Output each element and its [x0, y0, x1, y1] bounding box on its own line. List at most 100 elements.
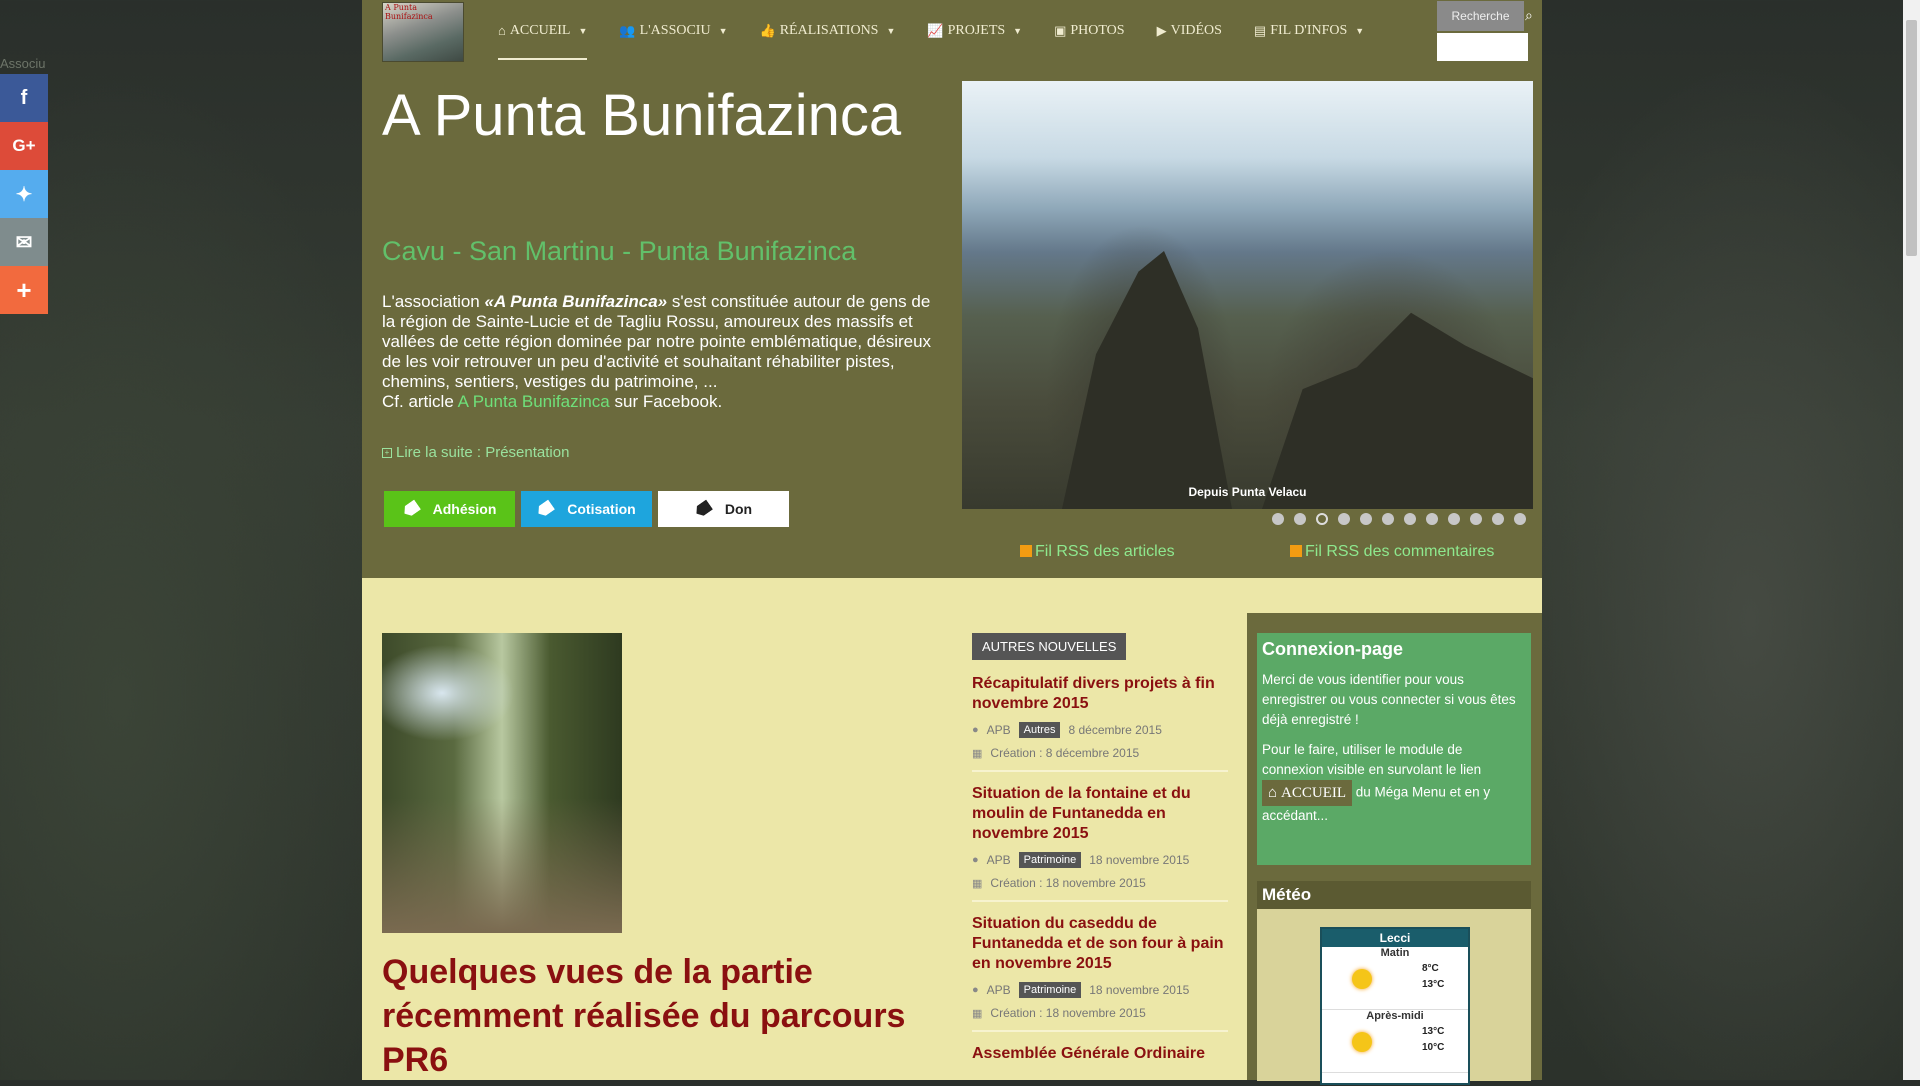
header-section: A Punta Bunifazinca ⌂ ACCUEIL ▼ 👥 L'ASSOCIU…: [362, 0, 1542, 578]
rss-articles-link[interactable]: Fil RSS des articles: [1020, 543, 1175, 561]
weather-afternoon-t2: 10°C: [1422, 1042, 1445, 1053]
weather-morning: Matin 8°C 13°C: [1322, 947, 1468, 1010]
site-logo[interactable]: A Punta Bunifazinca: [382, 2, 464, 62]
home-icon: ⌂: [498, 23, 506, 38]
caret-down-icon: ▼: [578, 26, 588, 36]
intro-emphasis: «A Punta Bunifazinca»: [484, 292, 668, 311]
cotisation-button[interactable]: Cotisation: [521, 491, 652, 527]
news-title-link[interactable]: Assemblée Générale Ordinaire: [972, 1044, 1228, 1064]
slideshow-dot[interactable]: [1426, 513, 1438, 525]
slideshow-dot[interactable]: [1492, 513, 1504, 525]
nav-label: ACCUEIL: [509, 23, 571, 38]
weather-afternoon-t1: 13°C: [1422, 1026, 1445, 1037]
scrollbar-thumb[interactable]: [1906, 20, 1917, 256]
calendar-icon: ▦: [972, 747, 983, 760]
email-share-button[interactable]: ✉: [0, 218, 48, 266]
page-tab-label: Associu: [0, 56, 46, 71]
hero-slideshow[interactable]: Depuis Punta Velacu: [962, 81, 1533, 509]
user-icon: ●: [972, 724, 979, 736]
other-news: AUTRES NOUVELLES Récapitulatif divers pr…: [972, 633, 1228, 1086]
search-button[interactable]: Recherche: [1437, 1, 1524, 31]
news-item: Récapitulatif divers projets à fin novem…: [972, 674, 1228, 772]
news-title-link[interactable]: Situation de la fontaine et du moulin de…: [972, 784, 1228, 844]
mountain-shape: [1062, 251, 1232, 509]
read-more-label: Lire la suite : Présentation: [396, 444, 570, 461]
facebook-icon: f: [20, 86, 28, 109]
slideshow-dot[interactable]: [1360, 513, 1372, 525]
google-plus-icon: G+: [12, 136, 36, 155]
news-title-link[interactable]: Situation du caseddu de Funtanedda et de…: [972, 914, 1228, 974]
newspaper-icon: ▤: [1253, 23, 1267, 38]
rss-icon: [1290, 545, 1302, 557]
main-content: Quelques vues de la partie récemment réa…: [362, 578, 1542, 1085]
weather-morning-label: Matin: [1380, 947, 1410, 959]
search-input[interactable]: [1437, 33, 1528, 61]
cotisation-label: Cotisation: [567, 501, 636, 517]
email-icon: ✉: [15, 231, 33, 254]
category-badge[interactable]: Autres: [1018, 722, 1061, 738]
news-title-link[interactable]: Récapitulatif divers projets à fin novem…: [972, 674, 1228, 714]
nav-videos[interactable]: ▶ VIDÉOS: [1141, 0, 1238, 62]
news-created: Création : 18 novembre 2015: [990, 876, 1146, 890]
scrollbar[interactable]: [1903, 0, 1920, 1080]
chart-icon: 📈: [927, 23, 944, 38]
tag-icon: [401, 499, 421, 518]
slideshow-dot[interactable]: [1272, 513, 1284, 525]
slideshow-dot[interactable]: [1338, 513, 1350, 525]
don-label: Don: [724, 501, 753, 517]
news-date: 18 novembre 2015: [1089, 853, 1190, 867]
don-button[interactable]: Don: [658, 491, 789, 527]
tag-icon: [693, 499, 713, 518]
weather-widget[interactable]: Lecci Matin 8°C 13°C Après-midi 13°C 10°…: [1320, 927, 1470, 1085]
rss-comments-label: Fil RSS des commentaires: [1305, 543, 1495, 560]
site-title: A Punta Bunifazinca: [382, 83, 902, 148]
rss-icon: [1020, 545, 1032, 557]
google-plus-share-button[interactable]: G+: [0, 122, 48, 170]
slideshow-dot[interactable]: [1470, 513, 1482, 525]
slideshow-dot[interactable]: [1448, 513, 1460, 525]
slideshow-dot[interactable]: [1382, 513, 1394, 525]
connexion-text-2-prefix: Pour le faire, utiliser le module de con…: [1262, 742, 1482, 777]
slideshow-dot[interactable]: [1404, 513, 1416, 525]
news-author: APB: [986, 723, 1011, 737]
twitter-share-button[interactable]: ✦: [0, 170, 48, 218]
user-icon: ●: [972, 984, 979, 996]
slideshow-dots: [1272, 513, 1526, 525]
search-icon[interactable]: ⌕: [1525, 7, 1533, 24]
nav-photos[interactable]: ▣ PHOTOS: [1038, 0, 1141, 62]
read-more-link[interactable]: + Lire la suite : Présentation: [382, 444, 569, 461]
slideshow-dot[interactable]: [1316, 513, 1328, 525]
sun-icon: [1352, 1032, 1372, 1052]
logo-text: A Punta Bunifazinca: [385, 3, 433, 21]
nav-projets[interactable]: 📈 PROJETS ▼: [911, 0, 1038, 62]
adhesion-label: Adhésion: [432, 501, 497, 517]
plus-icon: +: [16, 274, 32, 305]
right-sidebar: Connexion-page Merci de vous identifier …: [1247, 613, 1542, 1085]
nav-accueil[interactable]: ⌂ ACCUEIL ▼: [482, 0, 603, 62]
connexion-text-1: Merci de vous identifier pour vous enreg…: [1262, 672, 1516, 727]
more-share-button[interactable]: +: [0, 266, 48, 314]
accueil-menu-image[interactable]: ⌂ ACCUEIL: [1262, 780, 1353, 806]
meteo-module: Météo Lecci Matin 8°C 13°C Après-midi 13…: [1257, 881, 1531, 1085]
nav-associu[interactable]: 👥 L'ASSOCIU ▼: [603, 0, 743, 62]
connexion-title: Connexion-page: [1262, 639, 1404, 659]
membership-buttons: Adhésion Cotisation Don: [384, 491, 789, 527]
facebook-article-link[interactable]: A Punta Bunifazinca: [458, 392, 610, 411]
nav-fil-infos[interactable]: ▤ FIL D'INFOS ▼: [1238, 0, 1380, 62]
slideshow-dot[interactable]: [1294, 513, 1306, 525]
rss-articles-label: Fil RSS des articles: [1035, 543, 1175, 560]
featured-post-image[interactable]: [382, 633, 622, 933]
facebook-share-button[interactable]: f: [0, 74, 48, 122]
category-badge[interactable]: Patrimoine: [1018, 982, 1082, 998]
featured-post-title[interactable]: Quelques vues de la partie récemment réa…: [382, 950, 942, 1082]
category-badge[interactable]: Patrimoine: [1018, 852, 1082, 868]
nav-realisations[interactable]: 👍 RÉALISATIONS ▼: [744, 0, 912, 62]
mountain-shape: [1262, 312, 1533, 509]
rss-comments-link[interactable]: Fil RSS des commentaires: [1290, 543, 1494, 561]
intro-prefix: L'association: [382, 292, 485, 311]
intro-text: L'association «A Punta Bunifazinca» s'es…: [382, 292, 932, 412]
adhesion-button[interactable]: Adhésion: [384, 491, 515, 527]
nav-label: PROJETS: [947, 23, 1006, 38]
slideshow-dot[interactable]: [1514, 513, 1526, 525]
calendar-icon: ▦: [972, 877, 983, 890]
